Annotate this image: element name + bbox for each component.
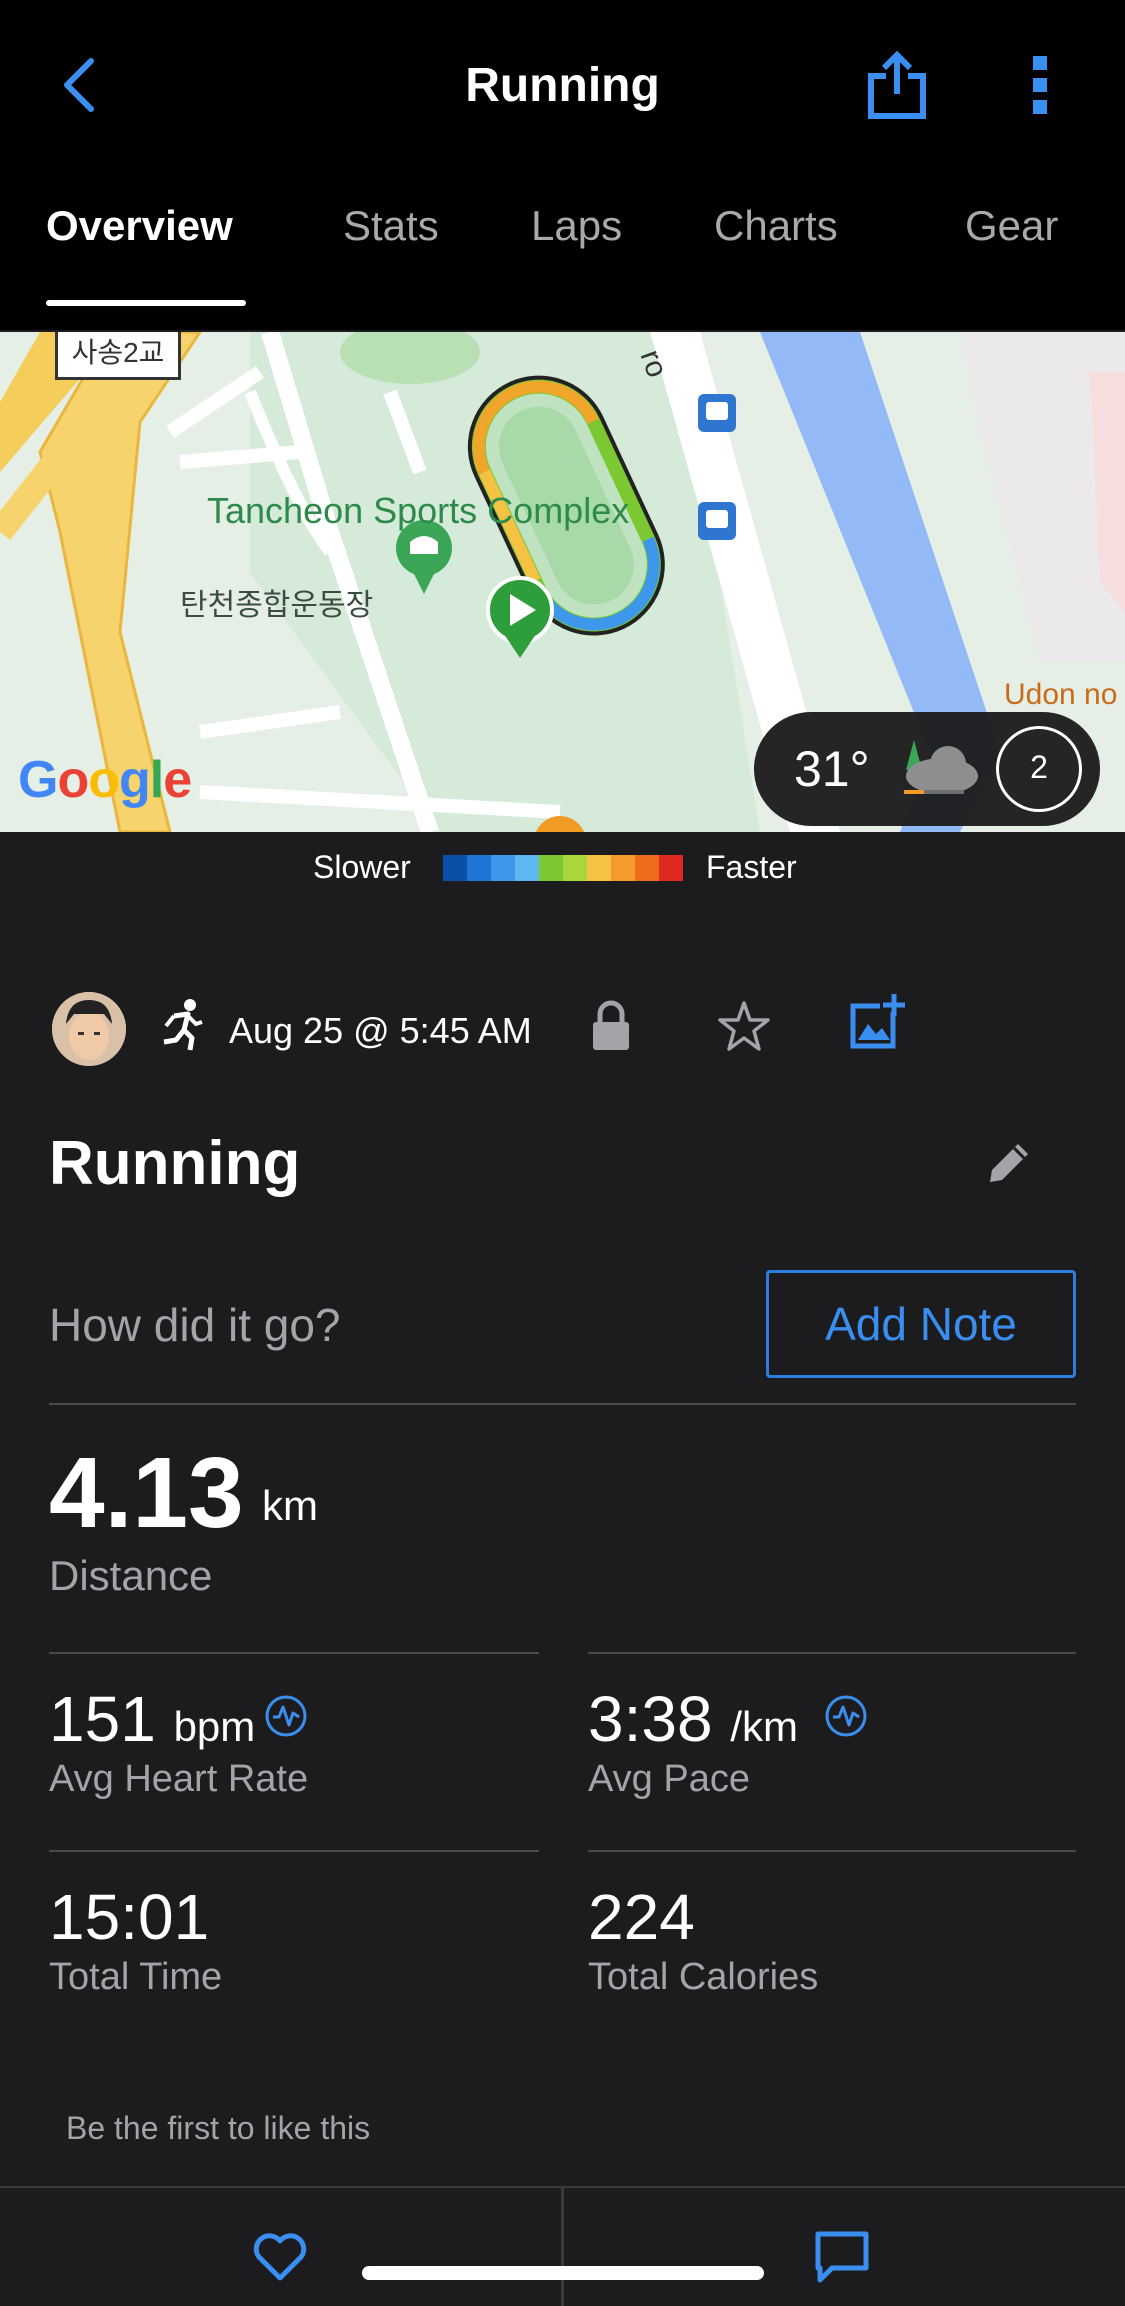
total-time-label: Total Time <box>49 1956 223 1998</box>
tab-bar: Overview Stats Laps Charts Gear <box>0 190 1125 310</box>
header: Running Overview Stats Laps Charts Gear <box>0 0 1125 330</box>
bottom-action-bar <box>0 2186 1125 2306</box>
divider <box>49 1652 539 1654</box>
note-prompt: How did it go? <box>49 1299 341 1351</box>
wind-indicator: 2 <box>996 726 1082 812</box>
total-calories-label: Total Calories <box>588 1956 819 1998</box>
add-photo-icon[interactable] <box>850 994 906 1050</box>
google-logo: Google <box>18 751 192 809</box>
add-note-button[interactable]: Add Note <box>766 1270 1076 1378</box>
place-label: Tancheon Sports Complex <box>207 490 630 531</box>
running-icon <box>163 999 203 1051</box>
activity-meta: Aug 25 @ 5:45 AM <box>0 990 1125 1070</box>
temperature: 31° <box>794 741 870 797</box>
divider <box>561 2188 564 2306</box>
share-icon[interactable] <box>866 50 928 120</box>
lock-icon[interactable] <box>590 1000 632 1052</box>
tab-stats[interactable]: Stats <box>343 202 439 250</box>
pace-legend: Slower Faster <box>0 845 1125 895</box>
page-title: Running <box>465 59 660 112</box>
divider <box>49 1850 539 1852</box>
divider <box>588 1850 1076 1852</box>
weather-badge: 31° 2 <box>754 712 1100 826</box>
heart-rate-zone-icon[interactable] <box>264 1694 308 1738</box>
activity-title: Running <box>49 1129 301 1198</box>
likes-text: Be the first to like this <box>66 2110 371 2146</box>
avg-heart-rate-value: 151 bpm <box>49 1683 256 1755</box>
road-sign: 사송2교 <box>55 332 181 380</box>
active-tab-indicator <box>46 300 246 306</box>
legend-faster: Faster <box>706 849 797 885</box>
edit-icon[interactable] <box>986 1140 1032 1186</box>
divider <box>49 1403 1076 1405</box>
pace-color-scale <box>443 855 683 881</box>
tab-laps[interactable]: Laps <box>531 202 622 250</box>
distance-unit: km <box>262 1482 318 1529</box>
activity-date: Aug 25 @ 5:45 AM <box>229 1010 532 1051</box>
total-calories-value: 224 <box>588 1881 695 1953</box>
tab-gear[interactable]: Gear <box>965 202 1058 250</box>
place-label-korean: 탄천종합운동장 <box>180 589 374 622</box>
cloudy-icon <box>904 740 978 794</box>
tab-overview[interactable]: Overview <box>46 202 233 250</box>
poi-label: Udon no <box>1004 678 1118 711</box>
avatar[interactable] <box>52 992 126 1066</box>
more-vertical-icon[interactable] <box>1022 50 1058 120</box>
avg-pace-label: Avg Pace <box>588 1758 750 1800</box>
star-icon[interactable] <box>718 1000 770 1052</box>
home-indicator <box>362 2266 764 2280</box>
pace-zone-icon[interactable] <box>824 1694 868 1738</box>
distance-value: 4.13 <box>49 1437 244 1549</box>
tab-charts[interactable]: Charts <box>714 202 838 250</box>
legend-slower: Slower <box>313 849 411 885</box>
heart-icon[interactable] <box>252 2232 308 2282</box>
comment-icon[interactable] <box>814 2230 870 2284</box>
distance-label: Distance <box>49 1552 213 1599</box>
avg-pace-value: 3:38 /km <box>588 1683 798 1755</box>
avg-heart-rate-label: Avg Heart Rate <box>49 1758 309 1800</box>
divider <box>588 1652 1076 1654</box>
total-time-value: 15:01 <box>49 1881 210 1953</box>
